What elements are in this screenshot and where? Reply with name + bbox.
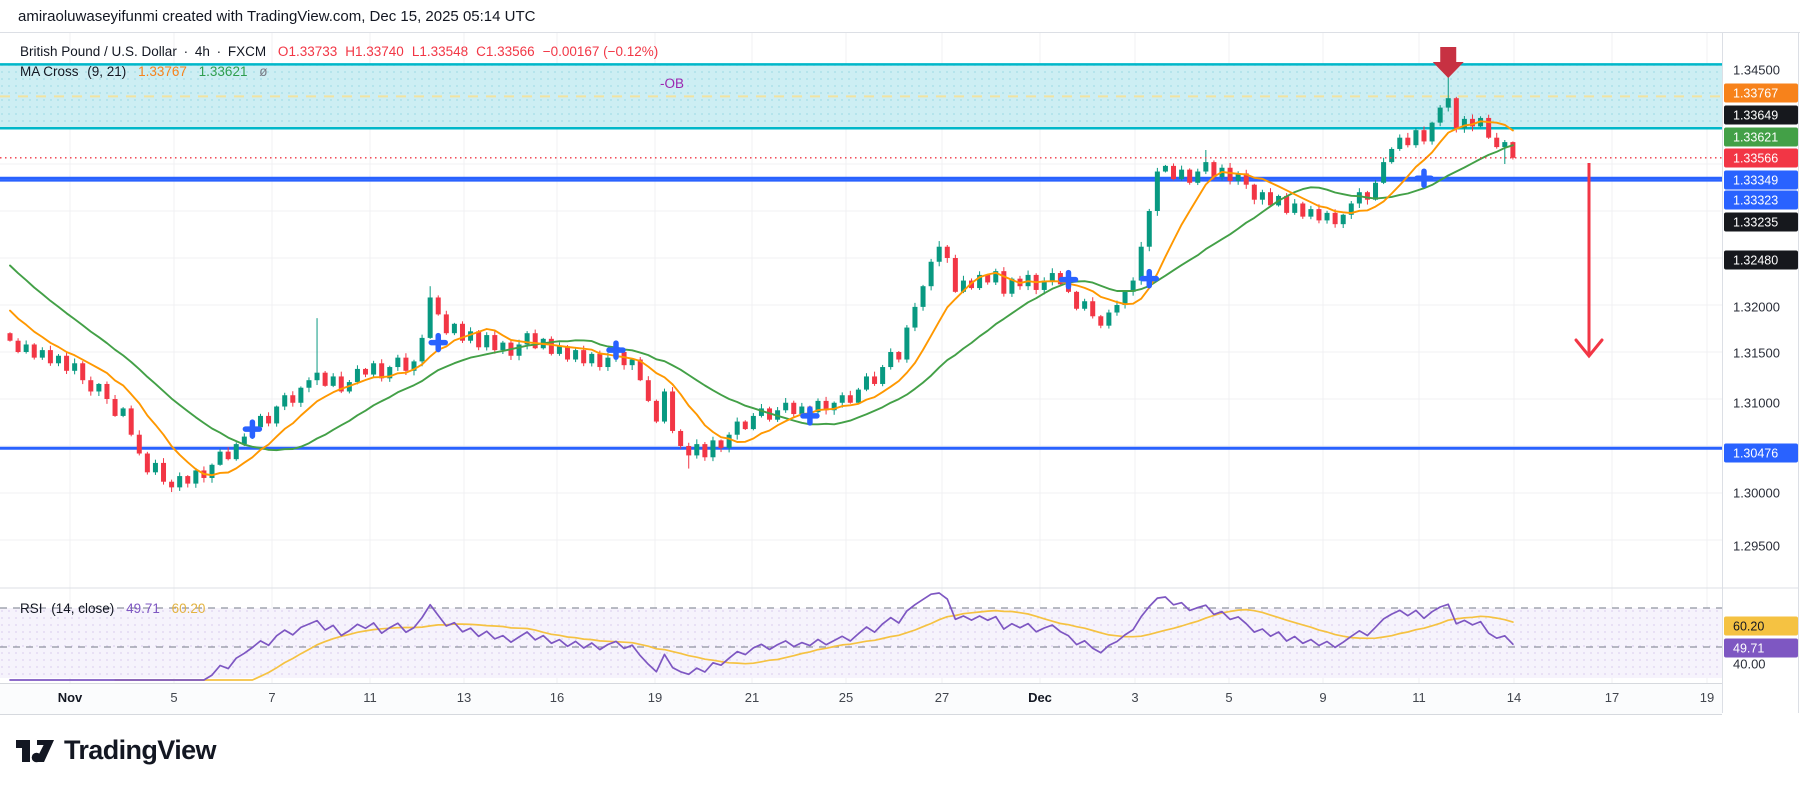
chart-top-border bbox=[0, 32, 1800, 33]
time-axis-label: 19 bbox=[647, 690, 663, 705]
tradingview-chart-screenshot: amiraoluwaseyifunmi created with Trading… bbox=[0, 0, 1814, 789]
high-value: 1.33740 bbox=[355, 44, 404, 59]
rsi-ma-value: 60.20 bbox=[171, 601, 206, 616]
time-axis[interactable]: Nov 5 7 11 13 16 19 21 25 27 Dec 3 5 9 11 14 17 19 bbox=[0, 683, 1722, 715]
time-axis-label: 5 bbox=[1225, 690, 1233, 705]
ma-cross-params: (9, 21) bbox=[87, 64, 127, 79]
time-axis-label: 16 bbox=[549, 690, 565, 705]
exchange-label[interactable]: FXCM bbox=[228, 44, 266, 59]
price-axis-label: 1.34500 bbox=[1733, 62, 1780, 78]
symbol-legend[interactable]: British Pound / U.S. Dollar · 4h · FXCM … bbox=[20, 44, 658, 59]
gridlines bbox=[0, 32, 1722, 683]
price-axis-label: 1.31000 bbox=[1733, 395, 1780, 411]
axis-separator bbox=[1722, 32, 1723, 713]
time-axis-label: 25 bbox=[838, 690, 854, 705]
time-axis-label: Dec bbox=[1028, 690, 1052, 705]
price-axis-label: 1.32000 bbox=[1733, 299, 1780, 315]
close-key: C bbox=[476, 44, 486, 59]
price-axis-label: 1.33323 bbox=[1724, 190, 1798, 210]
ob-zone-label[interactable]: -OB bbox=[660, 76, 684, 91]
horizontal-support-lines[interactable] bbox=[0, 176, 1722, 450]
price-axis-label: 1.30476 bbox=[1724, 443, 1798, 463]
chart-right-border bbox=[1798, 32, 1799, 713]
time-axis-label: 7 bbox=[268, 690, 276, 705]
rsi-axis-label: 60.20 bbox=[1724, 616, 1798, 636]
time-axis-label: 14 bbox=[1506, 690, 1522, 705]
open-value: 1.33733 bbox=[288, 44, 338, 59]
time-axis-label: 17 bbox=[1604, 690, 1620, 705]
time-axis-label: 19 bbox=[1699, 690, 1715, 705]
tradingview-logo-icon bbox=[16, 739, 54, 762]
ma-cross-title[interactable]: MA Cross bbox=[20, 64, 79, 79]
price-axis-label: 1.33621 bbox=[1724, 127, 1798, 147]
price-axis[interactable]: 1.34500 1.33767 1.33649 1.33621 1.33566 1.333… bbox=[1722, 0, 1814, 713]
price-axis-label: 1.33566 bbox=[1724, 148, 1798, 168]
rsi-title[interactable]: RSI bbox=[20, 601, 43, 616]
ma-null-value: ø bbox=[259, 64, 268, 79]
ma-cross-legend[interactable]: MA Cross (9, 21) 1.33767 1.33621 ø bbox=[20, 64, 267, 79]
change-value: −0.00167 (−0.12%) bbox=[542, 44, 659, 59]
ohlc-values: O1.33733 H1.33740 L1.33548 C1.33566 −0.00167… bbox=[270, 44, 658, 59]
price-axis-label: 1.30000 bbox=[1733, 485, 1780, 501]
high-key: H bbox=[345, 44, 355, 59]
legend-separator: · bbox=[183, 44, 189, 59]
projection-arrow[interactable] bbox=[1574, 163, 1604, 359]
tradingview-logo[interactable]: TradingView bbox=[15, 735, 217, 766]
price-axis-label: 1.33767 bbox=[1724, 83, 1798, 103]
tradingview-logo-text: TradingView bbox=[64, 735, 217, 765]
rsi-value: 49.71 bbox=[126, 601, 160, 616]
close-value: 1.33566 bbox=[485, 44, 535, 59]
symbol-title[interactable]: British Pound / U.S. Dollar bbox=[20, 44, 177, 59]
ma-fast-line[interactable] bbox=[9, 120, 1514, 477]
low-value: 1.33548 bbox=[419, 44, 469, 59]
time-axis-label: 3 bbox=[1131, 690, 1139, 705]
price-axis-label: 1.29500 bbox=[1733, 538, 1780, 554]
price-axis-label: 1.32480 bbox=[1724, 250, 1798, 270]
price-axis-label: 1.31500 bbox=[1733, 345, 1780, 361]
open-key: O bbox=[277, 44, 289, 59]
rsi-legend[interactable]: RSI (14, close) 49.71 60.20 bbox=[20, 601, 205, 616]
time-axis-label: 27 bbox=[934, 690, 950, 705]
candles-layer bbox=[7, 76, 1516, 493]
time-axis-label: 9 bbox=[1319, 690, 1327, 705]
rsi-axis-label: 49.71 bbox=[1724, 638, 1798, 658]
chart-plot-area[interactable]: -OB bbox=[0, 0, 1814, 789]
ma-slow-value: 1.33621 bbox=[198, 64, 248, 79]
time-axis-label: 11 bbox=[363, 690, 377, 705]
time-axis-label: Nov bbox=[57, 690, 83, 705]
time-axis-label: 13 bbox=[456, 690, 472, 705]
price-axis-label: 1.33649 bbox=[1724, 105, 1798, 125]
interval-label[interactable]: 4h bbox=[195, 44, 210, 59]
price-axis-label: 1.33235 bbox=[1724, 212, 1798, 232]
price-axis-label: 1.33349 bbox=[1724, 170, 1798, 190]
rsi-axis-label: 40.00 bbox=[1733, 656, 1766, 672]
time-axis-label: 5 bbox=[170, 690, 178, 705]
time-axis-label: 21 bbox=[744, 690, 760, 705]
ma-fast-value: 1.33767 bbox=[138, 64, 187, 79]
rsi-params: (14, close) bbox=[51, 601, 115, 616]
time-axis-label: 11 bbox=[1412, 690, 1426, 705]
legend-separator: · bbox=[216, 44, 222, 59]
